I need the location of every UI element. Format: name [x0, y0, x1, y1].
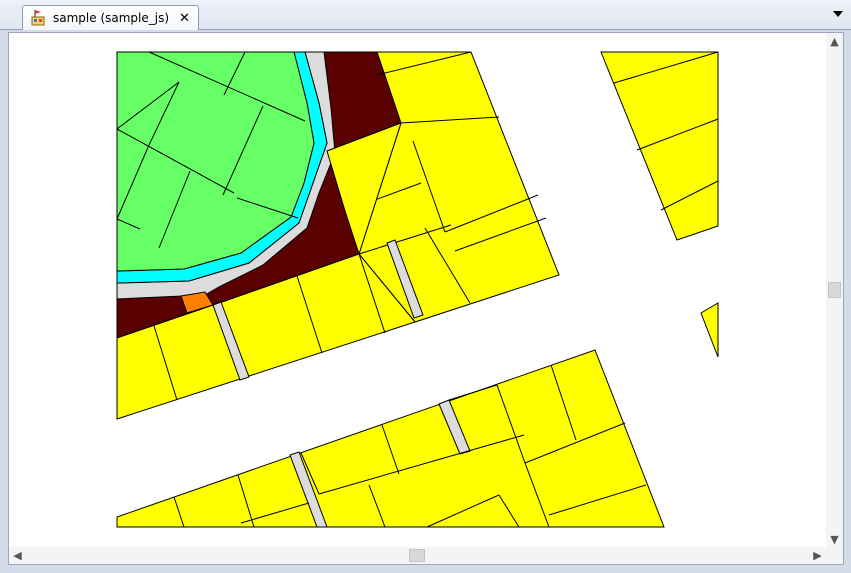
tab-close-icon[interactable]: ✕ [179, 12, 190, 25]
map-canvas[interactable] [9, 33, 826, 548]
tab-title: sample (sample_js) [53, 11, 170, 25]
scroll-down-icon[interactable]: ▼ [826, 531, 843, 548]
tab-list-dropdown-icon[interactable] [833, 9, 843, 19]
map-view-frame: ▲ ▼ ◀ ▶ [8, 32, 844, 565]
scroll-right-icon[interactable]: ▶ [809, 547, 826, 564]
document-tab-bar: sample (sample_js) ✕ [0, 0, 851, 30]
scroll-left-icon[interactable]: ◀ [9, 547, 26, 564]
horizontal-scroll-thumb[interactable] [409, 549, 425, 562]
document-tab[interactable]: sample (sample_js) ✕ [22, 5, 199, 30]
map-parcel [700, 302, 719, 358]
horizontal-scrollbar[interactable]: ◀ ▶ [9, 547, 826, 564]
vertical-scroll-thumb[interactable] [828, 282, 841, 298]
vertical-scrollbar[interactable]: ▲ ▼ [826, 33, 843, 548]
map-parcel [600, 51, 719, 241]
scroll-up-icon[interactable]: ▲ [826, 33, 843, 50]
scrollbar-corner [826, 547, 843, 564]
map-document-icon [31, 10, 45, 26]
